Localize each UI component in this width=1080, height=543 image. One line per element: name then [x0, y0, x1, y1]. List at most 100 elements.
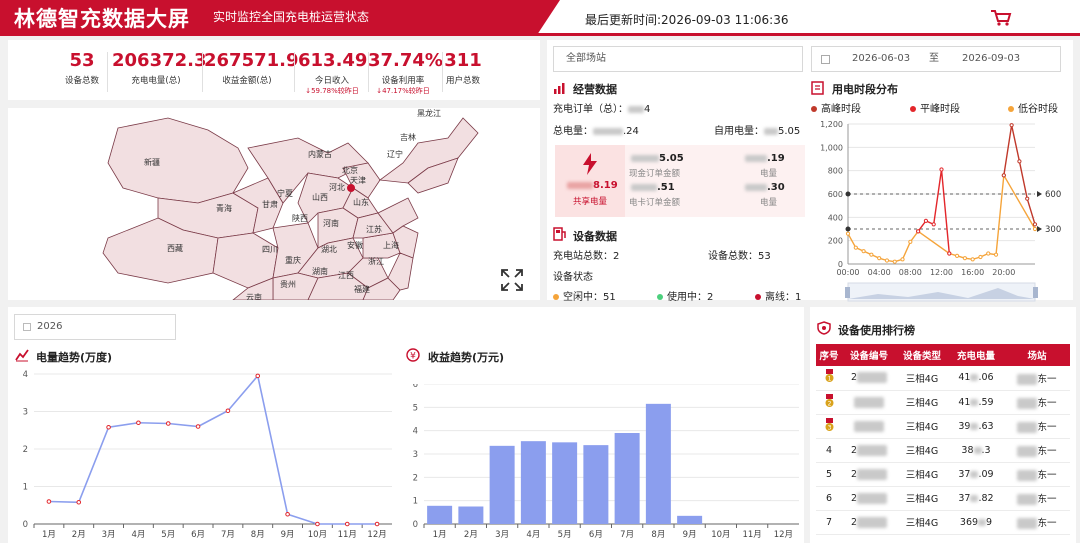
ranking-body: 1 2 三相4G 41.06 东一 2 三相4G 41.59 东一 3 三相4G 39.63 东一 4 2 三… [816, 366, 1070, 535]
x-tick-label: 2月 [464, 530, 478, 540]
date-start[interactable]: 2026-06-03 [852, 47, 910, 71]
x-tick-label: 9月 [683, 530, 697, 540]
zoom-handle-left [845, 287, 850, 298]
time-chart-title: 用电时段分布 [832, 83, 898, 96]
income-trend-chart[interactable]: 0 1 2 3 4 5 6 1月 2月 3月 4月 5月 6月 7月 8月 9月 10月 11月 12月 [404, 384, 802, 543]
ranking-table: 序号 设备编号 设备类型 充电电量 场站 1 2 三相4G 41.06 东一 2 三相4G 4… [816, 344, 1070, 535]
medal-icon: 1 [825, 369, 834, 383]
y-tick-label: 200 [828, 237, 843, 246]
offline-dot [755, 294, 761, 300]
station-select[interactable]: 全部场站 [553, 46, 803, 72]
x-tick-label: 12月 [367, 530, 386, 540]
income-bar [677, 515, 703, 524]
income-trend-title: 收益趋势(万元) [428, 351, 505, 364]
orders-value: 4 [644, 104, 651, 115]
valley-series-point [986, 251, 991, 256]
income-bar [645, 403, 671, 524]
power-cell: 38.3 [948, 438, 1004, 463]
station-cell: 东一 [1004, 462, 1070, 487]
x-tick-label: 10月 [711, 530, 730, 540]
idle-label: 空闲中： [563, 292, 603, 303]
devices-label: 设备总数： [708, 251, 758, 262]
stat-user-count: 311 用户总数 [442, 50, 484, 86]
table-row[interactable]: 6 2 三相4G 37.82 东一 [816, 486, 1070, 511]
map-label: 西藏 [167, 244, 183, 253]
legend-peak[interactable]: 高峰时段 [811, 100, 861, 115]
legend-dot [811, 106, 817, 112]
map-label: 江西 [338, 271, 354, 280]
expand-icon[interactable] [500, 268, 524, 292]
offline-label: 离线： [765, 292, 795, 303]
table-row[interactable]: 5 2 三相4G 37.09 东一 [816, 462, 1070, 487]
table-row[interactable]: 1 2 三相4G 41.06 东一 [816, 366, 1070, 391]
table-row[interactable]: 4 2 三相4G 38.3 东一 [816, 438, 1070, 463]
power-point [195, 424, 201, 429]
cart-icon[interactable] [990, 9, 1012, 27]
power-trend-chart[interactable]: 0 1 2 3 4 1月 2月 3月 4月 5月 6月 7月 8月 9月 10月 11月 12月 [14, 364, 400, 543]
table-row[interactable]: 7 2 三相4G 369 9 东一 [816, 510, 1070, 535]
rank-cell: 6 [816, 486, 842, 511]
map-label: 湖北 [321, 245, 337, 254]
valley-series-point [869, 252, 874, 257]
valley-series-point [853, 245, 858, 250]
calendar-icon [23, 323, 31, 331]
x-tick-label: 4月 [131, 530, 145, 540]
map-label: 辽宁 [387, 150, 403, 159]
device-id-cell: 2 [842, 486, 896, 511]
lightning-icon [583, 153, 597, 175]
bar-chart-icon [554, 83, 565, 94]
offline-value: 1 [795, 292, 802, 303]
rank-cell: 5 [816, 462, 842, 487]
stat-value: 53 [69, 50, 95, 71]
svg-text:2: 2 [827, 400, 831, 407]
income-bar [614, 433, 640, 524]
stats-panel: 53 设备总数 206372.3 充电电量(总) 267571.9 收益金额(总… [8, 40, 540, 100]
legend-label: 平峰时段 [920, 104, 960, 115]
power-point [285, 511, 290, 517]
card-value: .51 [631, 182, 675, 193]
x-tick-label: 08:00 [899, 268, 922, 277]
peak-series-point [1009, 123, 1014, 128]
stat-divider [202, 52, 203, 92]
card-label: 电卡订单金额 [629, 198, 681, 208]
x-tick-label: 6月 [191, 530, 205, 540]
cash-power-text: .19 [767, 153, 785, 164]
map-label: 河北 [329, 183, 345, 192]
legend-valley[interactable]: 低谷时段 [1008, 100, 1058, 115]
income-bar [458, 506, 484, 524]
map-label: 天津 [350, 176, 366, 185]
stat-total-power: 206372.3 充电电量(总) [112, 50, 207, 86]
legend-flat[interactable]: 平峰时段 [910, 100, 960, 115]
station-select-text: 全部场站 [566, 53, 606, 64]
map-label: 云南 [246, 293, 262, 300]
china-map[interactable]: 黑龙江 吉林 辽宁 内蒙古 北京 天津 河北 山西 宁夏 甘肃 新疆 青海 陕西… [8, 108, 540, 300]
x-tick-label: 5月 [161, 530, 175, 540]
marker-arrow [1037, 226, 1042, 232]
table-row[interactable]: 2 三相4G 41.59 东一 [816, 390, 1070, 415]
idle-dot [553, 294, 559, 300]
year-picker[interactable]: 2026 [14, 314, 176, 340]
col-power: 充电电量 [948, 344, 1004, 366]
update-time: 最后更新时间:2026-09-03 11:06:36 [585, 11, 789, 28]
x-tick-label: 11月 [338, 530, 357, 540]
col-device-type: 设备类型 [896, 344, 948, 366]
peak-series-point [1025, 196, 1030, 201]
self-power-row: 自用电量： 5.05 [714, 122, 800, 137]
y-tick-label: 0 [413, 520, 418, 530]
stat-label: 用户总数 [445, 76, 480, 86]
date-end[interactable]: 2026-09-03 [962, 47, 1020, 71]
total-power-label: 总电量： [553, 126, 593, 137]
peak-series-line [1003, 125, 1036, 225]
device-type-cell: 三相4G [896, 414, 948, 439]
medal-icon: 3 [825, 417, 834, 432]
shared-value: 8.19 [567, 180, 618, 191]
page-title: 林德智充数据大屏 [14, 7, 190, 31]
date-range-picker[interactable]: 2026-06-03 至 2026-09-03 [811, 46, 1061, 72]
time-distribution-chart[interactable]: 02004006008001,0001,20000:00 04:00 08:00 12… [808, 116, 1074, 302]
valley-series-point [845, 231, 851, 236]
map-label: 上海 [383, 241, 399, 250]
y-tick-label: 2 [23, 445, 28, 455]
power-cell: 41.06 [948, 366, 1004, 391]
table-row[interactable]: 3 三相4G 39.63 东一 [816, 414, 1070, 439]
cash-value: 5.05 [631, 153, 684, 164]
